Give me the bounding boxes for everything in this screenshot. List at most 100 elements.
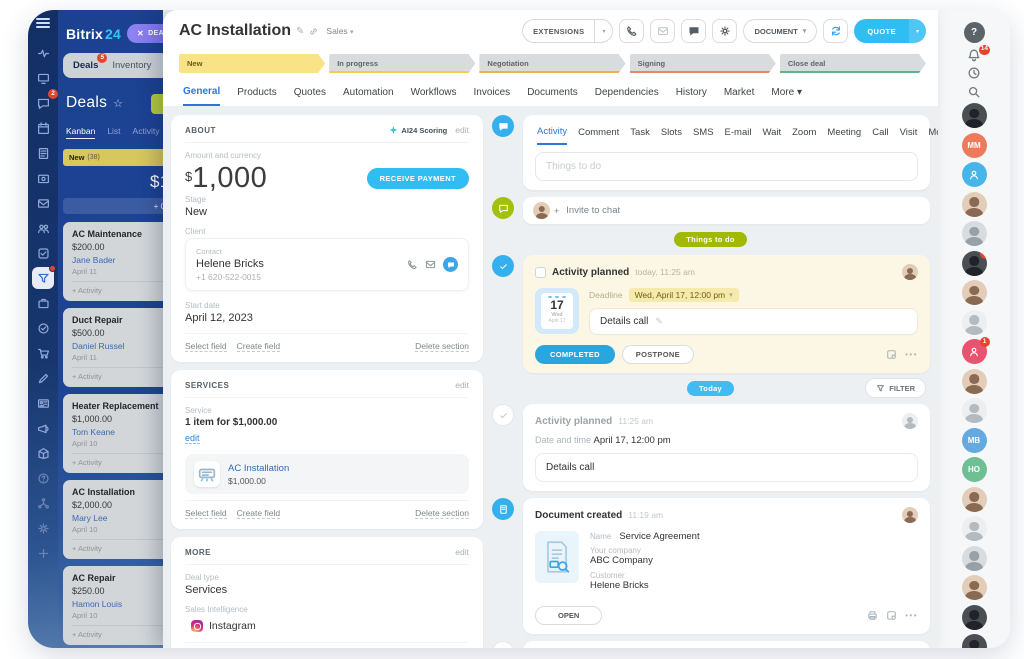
user-avatar[interactable] bbox=[962, 103, 987, 128]
open-document-button[interactable]: OPEN bbox=[535, 606, 602, 625]
stage-value[interactable]: New bbox=[185, 206, 469, 218]
messenger-icon[interactable]: 2 bbox=[32, 92, 54, 114]
desktop-icon[interactable] bbox=[32, 67, 54, 89]
help-icon[interactable] bbox=[32, 467, 54, 489]
stage-in-progress[interactable]: In progress bbox=[329, 54, 475, 73]
sync-button[interactable] bbox=[823, 19, 848, 43]
link-icon[interactable] bbox=[309, 27, 318, 36]
email-icon[interactable] bbox=[425, 259, 436, 270]
postpone-button[interactable]: POSTPONE bbox=[622, 345, 694, 364]
select-field-link[interactable]: Select field bbox=[185, 508, 227, 519]
tab-history[interactable]: History bbox=[676, 87, 707, 105]
open-channel-icon[interactable] bbox=[443, 257, 458, 272]
document-preview[interactable] bbox=[535, 531, 579, 583]
view-tab-list[interactable]: List bbox=[107, 126, 120, 139]
tab-deals[interactable]: Deals5 bbox=[73, 60, 98, 71]
user-avatar[interactable] bbox=[962, 221, 987, 246]
contact-card-icon[interactable] bbox=[32, 392, 54, 414]
search-icon[interactable] bbox=[962, 85, 986, 99]
add-deal-button[interactable] bbox=[151, 94, 163, 114]
edit-link[interactable]: edit bbox=[455, 125, 469, 135]
contact-name[interactable]: Helene Bricks bbox=[196, 258, 264, 270]
invite-to-chat[interactable]: + Invite to chat bbox=[523, 197, 930, 224]
create-field-link[interactable]: Create field bbox=[237, 508, 280, 519]
pulse-icon[interactable] bbox=[32, 42, 54, 64]
tab-quotes[interactable]: Quotes bbox=[294, 87, 326, 105]
sign-icon[interactable] bbox=[32, 317, 54, 339]
tab-inventory[interactable]: Inventory bbox=[112, 60, 151, 71]
store-icon[interactable] bbox=[32, 342, 54, 364]
tasks-icon[interactable] bbox=[32, 242, 54, 264]
edit-service-link[interactable]: edit bbox=[185, 433, 200, 444]
contact-card[interactable]: Contact Helene Bricks +1 620-522-0015 bbox=[185, 238, 469, 291]
user-avatar[interactable] bbox=[962, 398, 987, 423]
document-button[interactable]: DOCUMENT▾ bbox=[743, 19, 817, 43]
edit-link[interactable]: edit bbox=[455, 380, 469, 390]
receive-payment-button[interactable]: RECEIVE PAYMENT bbox=[367, 168, 469, 189]
time-tracker-icon[interactable] bbox=[962, 66, 986, 80]
marketing-icon[interactable] bbox=[32, 417, 54, 439]
deal-card[interactable]: AC Installation $2,000.00 Mary Lee April… bbox=[63, 480, 163, 559]
tab-wait[interactable]: Wait bbox=[762, 127, 781, 144]
product-name[interactable]: AC Installation bbox=[228, 463, 289, 474]
view-tab-kanban[interactable]: Kanban bbox=[66, 126, 95, 139]
favorite-star-icon[interactable]: ☆ bbox=[113, 97, 123, 110]
user-avatar[interactable] bbox=[962, 280, 987, 305]
tab-invoices[interactable]: Invoices bbox=[474, 87, 511, 105]
calendar-icon[interactable] bbox=[32, 117, 54, 139]
help-button[interactable]: ? bbox=[962, 22, 986, 43]
select-field-link[interactable]: Select field bbox=[185, 341, 227, 352]
menu-icon[interactable] bbox=[36, 18, 50, 28]
call-button[interactable] bbox=[619, 19, 644, 43]
details-input[interactable]: Details call ✎ bbox=[589, 308, 918, 335]
tab-slots[interactable]: Slots bbox=[661, 127, 682, 144]
sites-icon[interactable] bbox=[32, 367, 54, 389]
deadline-chip[interactable]: Wed, April 17, 12:00 pm▾ bbox=[629, 288, 739, 302]
user-avatar-person-icon[interactable]: 1 bbox=[962, 339, 987, 364]
ai-scoring-button[interactable]: AI24 Scoring bbox=[389, 126, 447, 135]
deal-card[interactable]: Heater Replacement $1,000.00 Tom Keane A… bbox=[63, 394, 163, 473]
user-avatar-initials[interactable]: MM bbox=[962, 133, 987, 158]
tab-task[interactable]: Task bbox=[630, 127, 650, 144]
quick-add-button[interactable]: + Quick bbox=[63, 198, 163, 214]
email-button[interactable] bbox=[650, 19, 675, 43]
tab-general[interactable]: General bbox=[183, 86, 220, 106]
activity-checkbox[interactable] bbox=[535, 267, 546, 278]
kanban-column-header[interactable]: New(38) bbox=[63, 149, 163, 166]
note-icon[interactable] bbox=[886, 610, 897, 621]
contact-phone[interactable]: +1 620-522-0015 bbox=[196, 272, 264, 282]
user-avatar[interactable] bbox=[962, 605, 987, 630]
phone-icon[interactable] bbox=[407, 259, 418, 270]
delete-section-link[interactable]: Delete section bbox=[415, 341, 469, 352]
deal-card[interactable]: AC Maintenance $200.00 Jane Bader April … bbox=[63, 222, 163, 301]
note-icon[interactable] bbox=[886, 349, 897, 360]
mail-icon[interactable] bbox=[32, 192, 54, 214]
more-options-icon[interactable]: ••• bbox=[905, 611, 918, 620]
completed-button[interactable]: COMPLETED bbox=[535, 345, 615, 364]
view-tab-activity[interactable]: Activity bbox=[133, 126, 160, 139]
edit-link[interactable]: edit bbox=[455, 547, 469, 557]
filter-button[interactable]: FILTER bbox=[865, 378, 926, 398]
user-avatar[interactable] bbox=[962, 310, 987, 335]
stage-signing[interactable]: Signing bbox=[630, 54, 776, 73]
user-avatar-initials[interactable]: HO bbox=[962, 457, 987, 482]
tab-activity[interactable]: Activity bbox=[537, 126, 567, 145]
stage-close-deal[interactable]: Close deal bbox=[780, 54, 926, 73]
tab-more[interactable]: More ▾ bbox=[771, 87, 802, 105]
pipeline-selector[interactable]: Sales ▾ bbox=[326, 26, 353, 36]
tab-meeting[interactable]: Meeting bbox=[827, 127, 861, 144]
tab-automation[interactable]: Automation bbox=[343, 87, 394, 105]
user-avatar-initials[interactable]: MB bbox=[962, 428, 987, 453]
user-avatar[interactable] bbox=[962, 369, 987, 394]
start-date-value[interactable]: April 12, 2023 bbox=[185, 312, 469, 324]
user-avatar[interactable] bbox=[962, 516, 987, 541]
deal-type-value[interactable]: Services bbox=[185, 584, 469, 596]
user-avatar[interactable] bbox=[962, 575, 987, 600]
deal-tab-chip[interactable]: ✕DEAL bbox=[127, 24, 163, 43]
stage-negotiation[interactable]: Negotiation bbox=[479, 54, 625, 73]
tab-comment[interactable]: Comment bbox=[578, 127, 619, 144]
tab-products[interactable]: Products bbox=[237, 87, 276, 105]
stage-new[interactable]: New bbox=[179, 54, 325, 73]
chat-button[interactable] bbox=[681, 19, 706, 43]
tab-market[interactable]: Market bbox=[724, 87, 755, 105]
